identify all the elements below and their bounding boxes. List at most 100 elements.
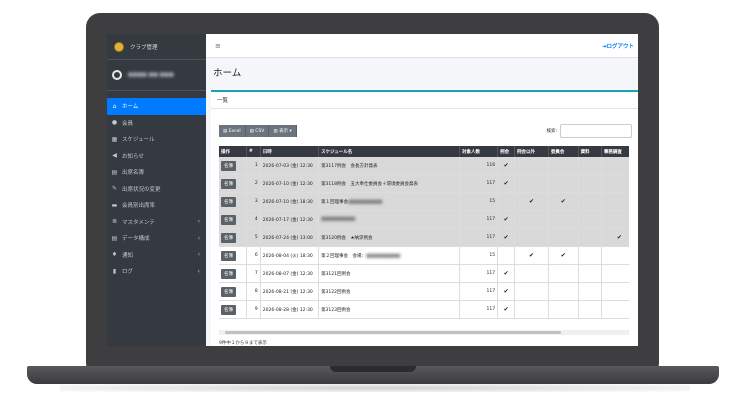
table-cell [601,282,629,301]
topbar: ≡ ⇥ログアウト [206,34,638,58]
table-cell: 8 [246,282,261,301]
table-row[interactable]: 名簿 4 2026-07-17 (金) 12:30 ■■■■■■■■ 117 ✔ [219,210,629,229]
table-row[interactable]: 名簿 5 2026-07-24 (金) 13:00 第3120例会 ★納涼例会 117 ✔… [219,228,629,247]
row-number: 1 [254,163,258,168]
edit-icon: ✎ [111,185,118,193]
table-row[interactable]: 名簿 3 2026-07-10 (金) 18:30 第１回理事会■■■■■■■■ 15 ✔… [219,192,629,211]
column-header[interactable]: 対象人数 [459,146,499,157]
column-header[interactable]: 委員会 [548,146,579,157]
table-cell [578,157,602,175]
sidebar-item-label: 会員 [122,120,134,127]
table-cell [548,300,579,319]
column-header[interactable]: 例会以外 [514,146,549,157]
roster-button[interactable]: 名簿 [221,178,236,189]
table-cell: 117 [459,174,499,193]
table-cell: 2026-07-24 (金) 13:00 [260,228,320,247]
row-number: 4 [254,217,258,222]
roster-button[interactable]: 名簿 [221,196,236,207]
table-row[interactable]: 名簿 6 2026-08-04 (火) 18:30 第２回理事会 会場：■■■■■■■… [219,246,629,265]
table-row[interactable]: 名簿 8 2026-08-21 (金) 12:30 第3122回例会 117 ✔ [219,282,629,301]
search-input[interactable] [560,124,632,138]
column-header[interactable]: スケジュール名 [318,146,460,157]
column-visibility-label: 表示 [279,129,289,134]
user-panel[interactable]: ■■■■ ■■ ■■■ [107,60,206,91]
column-visibility-button[interactable]: ▥ 表示 ▾ [269,125,297,137]
table-cell: 名簿 [219,157,248,175]
search-box: 検索: [546,124,632,138]
table-cell: 第3122回例会 [318,282,460,301]
row-target-count: 15 [489,199,496,204]
sidebar-item-7[interactable]: ≣ マスタメンテ ‹ [107,214,206,231]
table-info: 9件中１から９まで表示 [219,341,267,346]
csv-button[interactable]: ▤ CSV [245,125,270,137]
row-schedule-name: 第１回理事会 [321,199,349,205]
main-content: ≡ ⇥ログアウト ホーム 一覧 ▤ Excel ▤ CSV ▥ 表示 ▾ 検索:… [206,34,638,346]
sidebar-item-5[interactable]: ✎ 出席状況の変更 [107,181,206,198]
column-header[interactable]: 日時 [260,146,320,157]
sidebar-item-4[interactable]: ▤ 出席名簿 [107,164,206,181]
row-number: 8 [254,289,258,294]
roster-button[interactable]: 名簿 [221,286,236,297]
sidebar-item-2[interactable]: ▦ スケジュール [107,131,206,148]
table-cell: 名簿 [219,228,248,247]
table-cell: 2026-08-28 (金) 12:30 [260,300,320,319]
menu-toggle-icon[interactable]: ≡ [215,42,221,50]
column-header[interactable]: 例会 [497,146,516,157]
chevron-left-icon: ‹ [197,234,200,242]
table-row[interactable]: 名簿 7 2026-08-07 (金) 12:30 第3121回例会 117 ✔ [219,264,629,283]
row-number: 2 [254,181,258,186]
sidebar-item-3[interactable]: ◀ お知らせ [107,148,206,165]
sidebar-item-label: 通知 [122,252,134,259]
horizontal-scrollbar[interactable] [219,330,629,335]
table-cell: 名簿 [219,210,248,229]
user-name: ■■■■ ■■ ■■■ [128,72,174,78]
table-cell [578,210,602,229]
table-cell [601,192,629,211]
table-cell: ✔ [601,228,629,247]
table-cell: ✔ [497,228,516,247]
excel-button[interactable]: ▤ Excel [219,125,246,137]
sidebar-item-1[interactable]: ● 会員 [107,115,206,132]
table-row[interactable]: 名簿 1 2026-07-03 (金) 12:30 第3117例会 会長方針発表 116… [219,157,629,175]
sidebar-item-6[interactable]: ▬ 会員別出席率 [107,197,206,214]
sidebar-item-8[interactable]: ▤ データ構成 ‹ [107,230,206,247]
row-number: 5 [254,235,258,240]
sidebar-item-10[interactable]: ▮ ログ ‹ [107,263,206,280]
row-schedule-name: 第3120例会 ★納涼例会 [321,235,373,241]
scrollbar-thumb[interactable] [225,331,561,334]
table-cell [578,300,602,319]
redacted-text: ■■■■■■■■ [348,199,383,205]
roster-button[interactable]: 名簿 [221,232,236,243]
brand[interactable]: クラブ管理 [107,34,206,60]
column-header[interactable]: 資料 [578,146,602,157]
table-row[interactable]: 名簿 2 2026-07-10 (金) 12:30 第3118例会 五大奉仕委員会＋環… [219,174,629,193]
table-row[interactable]: 名簿 9 2026-08-28 (金) 12:30 第3123回例会 117 ✔ [219,300,629,319]
row-number: 9 [254,307,258,312]
row-schedule-name: 第２回理事会 会場： [321,253,367,259]
row-schedule-name: 第3117例会 会長方針発表 [321,163,378,169]
table-cell: 117 [459,264,499,283]
table-cell: 2 [246,174,261,193]
roster-button[interactable]: 名簿 [221,250,236,261]
column-header[interactable]: # [246,146,261,157]
roster-button[interactable]: 名簿 [221,160,236,171]
table-cell [601,174,629,193]
logout-link[interactable]: ⇥ログアウト [602,42,634,50]
sidebar-item-9[interactable]: ♦ 通知 ‹ [107,247,206,264]
table-cell: 6 [246,246,261,265]
sidebar-item-0[interactable]: ⌂ ホーム [107,98,206,115]
roster-button[interactable]: 名簿 [221,214,236,225]
column-header[interactable]: 事務調査 [601,146,629,157]
csv-label: CSV [255,128,265,134]
table-cell: ■■■■■■■■ [318,210,460,229]
row-schedule-name: 第3123回例会 [321,307,351,313]
row-datetime: 2026-07-24 (金) 13:00 [262,235,313,241]
roster-button[interactable]: 名簿 [221,304,236,315]
sidebar-item-label: ログ [122,269,134,276]
table-cell [514,300,549,319]
table-cell [601,300,629,319]
table-cell [548,157,579,175]
column-header[interactable]: 操作 [219,146,248,157]
roster-button[interactable]: 名簿 [221,268,236,279]
table-cell: 117 [459,282,499,301]
